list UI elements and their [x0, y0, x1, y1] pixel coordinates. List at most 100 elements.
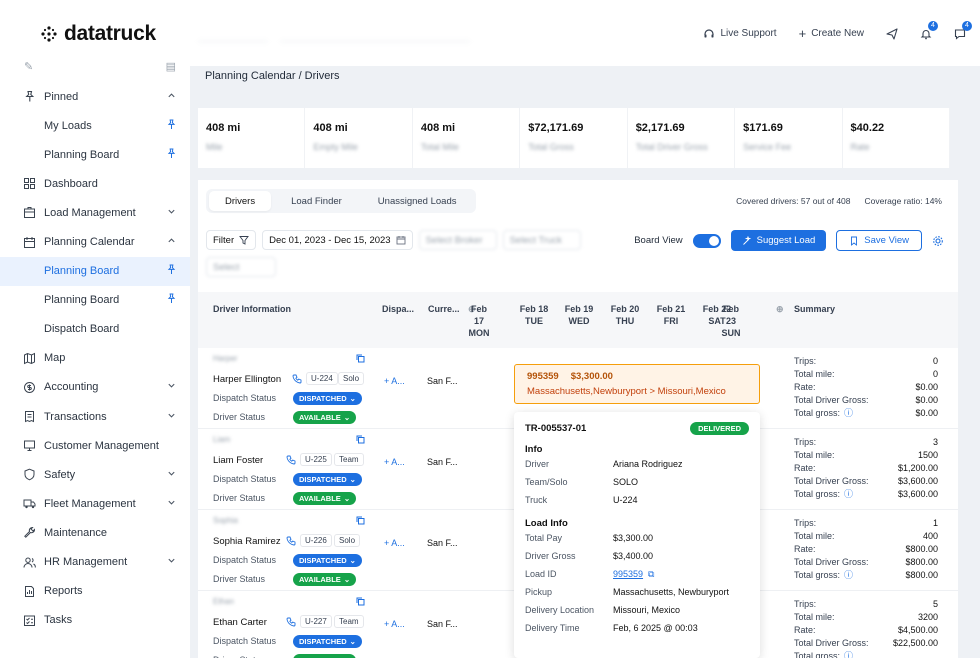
sidebar-item-map[interactable]: Map — [0, 344, 190, 373]
sidebar-item-pinned[interactable]: Pinned — [0, 82, 190, 111]
settings-gear-icon[interactable] — [932, 235, 944, 247]
filter-button[interactable]: Filter — [206, 230, 257, 250]
sidebar-item-planning-board[interactable]: Planning Board — [0, 286, 190, 315]
driver-name[interactable]: Ethan Carter — [213, 617, 267, 628]
copy-icon[interactable] — [356, 354, 365, 366]
chevron-up-icon[interactable] — [167, 236, 176, 248]
extra-select[interactable]: Select — [206, 257, 276, 277]
dispatch-status-dropdown[interactable]: DISPATCHED ⌄ — [293, 392, 362, 405]
edit-icon[interactable]: ✎ — [24, 60, 33, 73]
chevron-down-icon[interactable] — [167, 469, 176, 481]
dispatch-status-dropdown[interactable]: DISPATCHED ⌄ — [293, 554, 362, 567]
driver-status-dropdown[interactable]: AVAILABLE⌄ — [293, 411, 357, 424]
notifications-button[interactable]: 4 — [920, 20, 938, 40]
chevron-down-icon[interactable] — [167, 498, 176, 510]
detail-key: Team/Solo — [525, 477, 568, 487]
app-logo[interactable]: datatruck — [40, 22, 156, 46]
copy-icon[interactable] — [356, 597, 365, 609]
sidebar-item-tasks[interactable]: Tasks — [0, 606, 190, 635]
dispatch-status-dropdown[interactable]: DISPATCHED ⌄ — [293, 635, 362, 648]
truck-select[interactable]: Select Truck — [502, 230, 581, 250]
dispatch-status-dropdown[interactable]: DISPATCHED ⌄ — [293, 473, 362, 486]
sidebar-item-hr-management[interactable]: HR Management — [0, 548, 190, 577]
board-view-toggle[interactable] — [692, 233, 721, 248]
info-icon[interactable]: ⓘ — [844, 651, 853, 658]
sidebar-item-load-management[interactable]: Load Management — [0, 198, 190, 227]
add-dispatcher-button[interactable]: + A... — [384, 457, 405, 467]
collapse-sidebar-icon[interactable]: ▤ — [166, 60, 176, 73]
info-icon[interactable]: ⓘ — [844, 408, 853, 418]
sidebar-item-safety[interactable]: Safety — [0, 460, 190, 489]
phone-icon[interactable] — [286, 455, 296, 468]
sidebar-item-dispatch-board[interactable]: Dispatch Board — [0, 315, 190, 344]
suggest-load-button[interactable]: Suggest Load — [730, 230, 827, 251]
day-column-header[interactable]: Feb 19 WED — [556, 303, 602, 327]
summary-line: Total gross: ⓘ $3,600.00 — [794, 487, 938, 500]
chevron-down-icon[interactable] — [167, 381, 176, 393]
add-dispatcher-button[interactable]: + A... — [384, 376, 405, 386]
info-icon[interactable]: ⓘ — [844, 570, 853, 580]
sidebar-item-planning-board[interactable]: Planning Board — [0, 140, 190, 169]
tab-unassigned-loads[interactable]: Unassigned Loads — [362, 191, 473, 211]
chevron-down-icon[interactable] — [167, 207, 176, 219]
sidebar-item-customer-management[interactable]: Customer Management — [0, 431, 190, 460]
driver-name[interactable]: Sophia Ramirez — [213, 536, 281, 547]
copy-icon[interactable] — [356, 435, 365, 447]
copy-icon[interactable]: ⧉ — [648, 569, 654, 580]
add-dispatcher-button[interactable]: + A... — [384, 619, 405, 629]
day-column-header[interactable]: Feb 21 FRI — [648, 303, 694, 327]
sidebar-item-maintenance[interactable]: Maintenance — [0, 518, 190, 547]
phone-icon[interactable] — [286, 536, 296, 549]
tab-load-finder[interactable]: Load Finder — [275, 191, 358, 211]
sidebar-item-transactions[interactable]: Transactions — [0, 402, 190, 431]
driver-name[interactable]: Harper Ellington — [213, 374, 281, 385]
sidebar-item-dashboard[interactable]: Dashboard — [0, 169, 190, 198]
driver-status-dropdown[interactable]: AVAILABLE⌄ — [293, 573, 357, 586]
tab-drivers[interactable]: Drivers — [209, 191, 272, 211]
sidebar-item-fleet-management[interactable]: Fleet Management — [0, 489, 190, 518]
topbar-search[interactable] — [198, 28, 470, 42]
pin-icon[interactable] — [167, 264, 176, 278]
load-card-id: 995359 — [527, 371, 559, 382]
pin-icon[interactable] — [167, 148, 176, 162]
add-dispatcher-button[interactable]: + A... — [384, 538, 405, 548]
phone-icon[interactable] — [286, 617, 296, 630]
live-support-button[interactable]: Live Support — [703, 28, 777, 40]
create-new-button[interactable]: + Create New — [799, 26, 864, 41]
col-resize-right-icon[interactable]: ⊕ — [776, 304, 784, 315]
summary-line: Total mile: 1500 — [794, 448, 938, 461]
save-view-button[interactable]: Save View — [836, 230, 922, 251]
day-column-header[interactable]: Feb 18 TUE — [511, 303, 557, 327]
pin-icon[interactable] — [167, 293, 176, 307]
summary-key: Total mile: — [794, 530, 835, 541]
phone-icon[interactable] — [292, 374, 302, 387]
load-card[interactable]: 995359 $3,300.00 Massachusetts,Newburypo… — [514, 364, 760, 404]
day-column-header[interactable]: Feb 17 MON — [467, 303, 491, 339]
broker-select[interactable]: Select Broker — [418, 230, 497, 250]
send-button[interactable] — [886, 27, 898, 40]
date-range-value: Dec 01, 2023 - Dec 15, 2023 — [269, 234, 391, 246]
sidebar-item-reports[interactable]: Reports — [0, 577, 190, 606]
search-input[interactable] — [280, 28, 470, 42]
chevron-up-icon[interactable] — [167, 91, 176, 103]
chevron-down-icon[interactable] — [167, 411, 176, 423]
detail-value[interactable]: 995359 — [613, 569, 643, 579]
date-range-picker[interactable]: Dec 01, 2023 - Dec 15, 2023 — [262, 230, 413, 250]
day-column-header[interactable]: Feb 23 SUN — [719, 303, 743, 339]
day-column-header[interactable]: Feb 20 THU — [602, 303, 648, 327]
messages-button[interactable]: 4 — [954, 20, 972, 40]
dispatch-status-label: Dispatch Status — [213, 393, 277, 403]
sidebar-item-accounting[interactable]: Accounting — [0, 373, 190, 402]
copy-icon[interactable] — [356, 516, 365, 528]
summary-line: Rate: $1,200.00 — [794, 461, 938, 474]
driver-status-dropdown[interactable]: AVAILABLE⌄ — [293, 654, 357, 658]
pin-icon[interactable] — [167, 119, 176, 133]
sidebar-item-my-loads[interactable]: My Loads — [0, 111, 190, 140]
search-scope-select[interactable] — [198, 28, 268, 42]
driver-status-dropdown[interactable]: AVAILABLE⌄ — [293, 492, 357, 505]
chevron-down-icon[interactable] — [167, 556, 176, 568]
sidebar-item-planning-board[interactable]: Planning Board — [0, 256, 190, 286]
info-icon[interactable]: ⓘ — [844, 489, 853, 499]
driver-name[interactable]: Liam Foster — [213, 455, 263, 466]
sidebar-item-planning-calendar[interactable]: Planning Calendar — [0, 227, 190, 256]
